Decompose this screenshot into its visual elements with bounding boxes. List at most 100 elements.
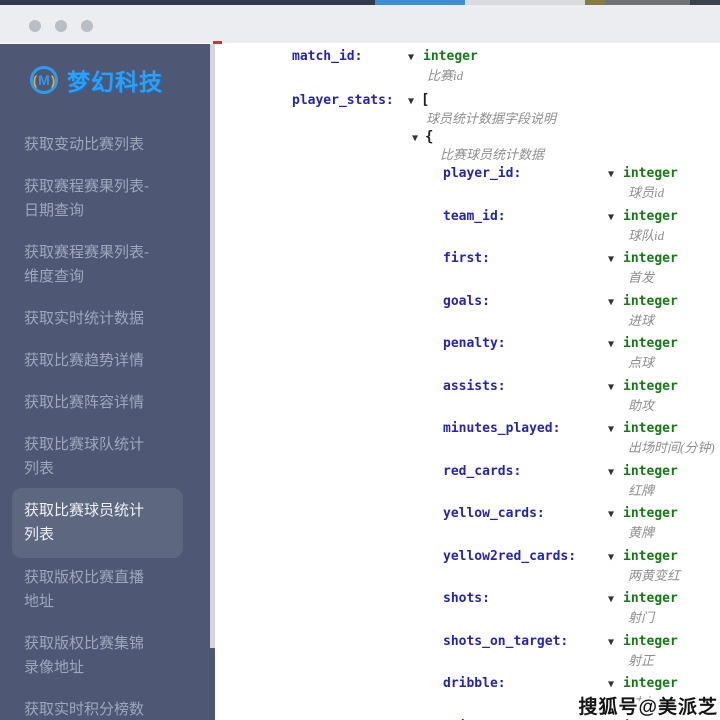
field-type: integer (623, 676, 678, 691)
sidebar-menu-item[interactable]: 获取赛程赛果列表-日期查询 (24, 175, 152, 223)
schema-field-row: first: ▼ integer 首发 (443, 250, 720, 287)
sidebar-menu-item[interactable]: 获取版权比赛集锦录像地址 (24, 632, 152, 680)
field-name: yellow_cards: (443, 506, 545, 521)
schema-object-row: ▼{ (412, 128, 433, 148)
sidebar-menu-item[interactable]: 获取比赛阵容详情 (24, 391, 152, 415)
window-title-bar (0, 5, 720, 43)
field-description: 球员统计数据字段说明 (426, 111, 557, 126)
collapse-triangle-icon[interactable]: ▼ (608, 506, 614, 524)
collapse-triangle-icon[interactable]: ▼ (608, 591, 614, 609)
schema-field-row: minutes_played: ▼ integer 出场时间(分钟) (443, 420, 720, 457)
field-type: integer (623, 166, 678, 181)
field-name: first: (443, 251, 490, 266)
collapse-triangle-icon[interactable]: ▼ (608, 251, 614, 269)
schema-field-row: goals: ▼ integer 进球 (443, 293, 720, 330)
logo-icon: M (30, 66, 58, 94)
sidebar-menu-item-label: 获取比赛球队统计列表 (24, 436, 145, 477)
sidebar-menu-item[interactable]: 获取比赛球队统计列表 (24, 433, 152, 481)
schema-field-row: shots_on_target: ▼ integer 射正 (443, 633, 720, 670)
object-open-brace: { (425, 129, 434, 145)
collapse-triangle-icon[interactable]: ▼ (608, 166, 614, 184)
sidebar-menu-item[interactable]: 获取版权比赛直播地址 (24, 566, 152, 614)
field-name: assists: (443, 378, 506, 394)
field-type: integer (623, 591, 678, 606)
sidebar-menu-item-label: 获取比赛阵容详情 (24, 394, 145, 411)
field-name: match_id: (292, 49, 363, 64)
schema-field-row: yellow2red_cards: ▼ integer 两黄变红 (443, 548, 720, 585)
collapse-triangle-icon[interactable]: ▼ (608, 294, 614, 312)
window-control-dot[interactable] (55, 20, 67, 32)
field-type: integer (623, 208, 678, 224)
sidebar-menu-item-label: 获取比赛趋势详情 (24, 352, 145, 369)
field-description: 比赛id (427, 68, 464, 83)
collapse-triangle-icon[interactable]: ▼ (412, 130, 418, 148)
sidebar-menu-item-label: 获取实时统计数据 (24, 310, 145, 327)
field-description: 红牌 (628, 482, 655, 498)
sidebar-menu-item-label: 获取赛程赛果列表-日期查询 (24, 178, 149, 219)
schema-field-row: player_id: ▼ integer 球员id (443, 165, 720, 202)
field-name: yellow2red_cards: (443, 548, 577, 564)
field-type: integer (423, 49, 478, 64)
schema-panel: match_id: ▼ integer 比赛id player_stats: ▼ [ 球… (215, 44, 720, 720)
schema-field-row: red_cards: ▼ integer 红牌 (443, 463, 720, 500)
sidebar-menu-item[interactable]: 获取实时统计数据 (24, 307, 152, 331)
array-open-bracket: [ (421, 92, 430, 108)
field-name: player_id: (443, 166, 522, 181)
field-description: 点球 (628, 355, 655, 370)
collapse-triangle-icon[interactable]: ▼ (408, 93, 414, 111)
logo-text: 梦幻科技 (67, 69, 163, 95)
field-type: integer (623, 506, 678, 521)
sidebar-menu-item-label: 获取版权比赛集锦录像地址 (24, 635, 145, 676)
field-description: 射门 (628, 610, 655, 625)
field-type: integer (623, 463, 678, 479)
collapse-triangle-icon[interactable]: ▼ (608, 421, 614, 439)
field-name: shots_on_target: (443, 633, 569, 649)
collapse-triangle-icon[interactable]: ▼ (408, 49, 414, 67)
field-name: red_cards: (443, 463, 522, 479)
sidebar-menu-item[interactable]: 获取比赛趋势详情 (24, 349, 152, 373)
watermark: 搜狐号@美派芝 (578, 697, 718, 718)
sidebar-menu-item-label: 获取版权比赛直播地址 (24, 569, 145, 610)
schema-field-row: assists: ▼ integer 助攻 (443, 378, 720, 415)
sidebar-menu-item[interactable]: 获取实时积分榜数据 (24, 698, 152, 720)
field-description: 球员id (628, 185, 665, 200)
field-name: penalty: (443, 336, 506, 351)
schema-field-row: penalty: ▼ integer 点球 (443, 335, 720, 372)
field-description: 助攻 (628, 397, 655, 413)
field-description: 比赛球员统计数据 (440, 147, 545, 162)
logo[interactable]: M 梦幻科技 (30, 62, 215, 98)
field-type: integer (623, 378, 678, 394)
field-name: dribble: (443, 676, 506, 691)
field-type: integer (623, 633, 678, 649)
field-description: 黄牌 (628, 525, 655, 540)
browser-window: M 梦幻科技 获取变动比赛列表 获取赛程赛果列表-日期查询 获取赛程赛果列表-维… (0, 0, 720, 720)
window-control-dot[interactable] (29, 20, 41, 32)
window-control-dot[interactable] (81, 20, 93, 32)
field-name: team_id: (443, 208, 506, 224)
collapse-triangle-icon[interactable]: ▼ (608, 549, 614, 567)
field-type: integer (623, 336, 678, 351)
collapse-triangle-icon[interactable]: ▼ (608, 464, 614, 482)
field-type: integer (623, 548, 678, 564)
collapse-triangle-icon[interactable]: ▼ (608, 379, 614, 397)
sidebar-menu-item-label: 获取实时积分榜数据 (24, 701, 145, 718)
schema-field-row: player_stats: ▼ [ (292, 91, 429, 111)
nested-field-list: player_id: ▼ integer 球员id team_id: ▼ integer… (443, 165, 720, 720)
field-name: player_stats: (292, 93, 394, 108)
field-name: goals: (443, 293, 490, 309)
field-description: 球队id (628, 227, 665, 243)
field-description: 两黄变红 (628, 567, 681, 583)
collapse-triangle-icon[interactable]: ▼ (608, 634, 614, 652)
field-name: minutes_played: (443, 421, 561, 436)
field-description: 射正 (628, 652, 655, 668)
sidebar-menu-item[interactable]: 获取变动比赛列表 (24, 133, 152, 157)
schema-field-row: shots: ▼ integer 射门 (443, 590, 720, 627)
collapse-triangle-icon[interactable]: ▼ (608, 209, 614, 227)
collapse-triangle-icon[interactable]: ▼ (608, 336, 614, 354)
sidebar-menu-item[interactable]: 获取比赛球员统计列表 (12, 488, 183, 558)
sidebar: M 梦幻科技 获取变动比赛列表 获取赛程赛果列表-日期查询 获取赛程赛果列表-维… (0, 44, 215, 720)
sidebar-menu-item[interactable]: 获取赛程赛果列表-维度查询 (24, 241, 152, 289)
schema-field-row: match_id: ▼ integer (292, 48, 478, 67)
sidebar-menu-item-label: 获取变动比赛列表 (24, 136, 145, 153)
field-type: integer (623, 251, 678, 266)
